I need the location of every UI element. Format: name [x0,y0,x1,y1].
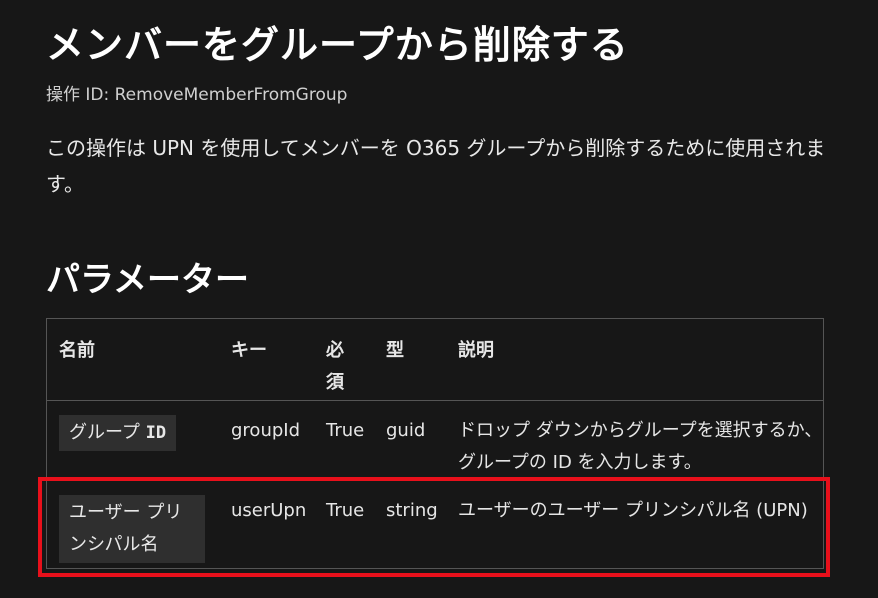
table-row: ユーザー プリンシパル名 userUpn True string ユーザーのユー… [46,480,824,569]
operation-description: この操作は UPN を使用してメンバーを O365 グループから削除するために使… [46,136,826,196]
header-required: 必須 [326,319,386,401]
param-description: ドロップ ダウンからグループを選択するか、グループの ID を入力します。 [458,420,823,473]
parameters-heading: パラメーター [46,260,249,300]
header-required-label: 必須 [326,340,344,393]
param-type: guid [386,420,426,441]
table-header-row: 名前 キー 必須 型 説明 [46,318,824,401]
param-name-chip: グループ ID [59,415,177,451]
param-name-code: ID [145,423,167,443]
header-key: キー [231,340,267,361]
param-name-text: グループ [69,422,146,443]
operation-id: 操作 ID: RemoveMemberFromGroup [46,85,348,105]
param-key: userUpn [231,500,307,521]
parameters-table: 名前 キー 必須 型 説明 グループ ID groupId True guid … [46,318,824,569]
param-description: ユーザーのユーザー プリンシパル名 (UPN) [458,500,808,521]
page-title: メンバーをグループから削除する [46,23,629,67]
table-row: グループ ID groupId True guid ドロップ ダウンからグループ… [46,400,824,481]
param-required: True [326,420,365,441]
param-key: groupId [231,420,301,441]
header-type: 型 [386,340,404,361]
param-name-cell: グループ ID [47,401,232,481]
param-required: True [326,500,365,521]
header-name: 名前 [59,340,95,361]
param-type: string [386,500,438,521]
header-description: 説明 [458,340,494,361]
param-name-cell: ユーザー プリンシパル名 [47,481,232,569]
param-name-chip: ユーザー プリンシパル名 [59,495,205,563]
